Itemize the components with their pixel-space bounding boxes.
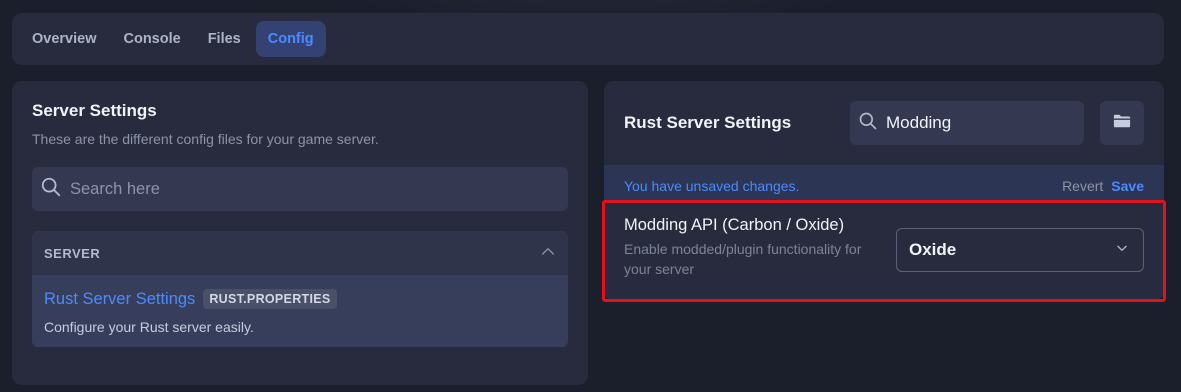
tab-files[interactable]: Files	[196, 21, 253, 57]
search-icon	[40, 176, 62, 203]
select-value: Oxide	[909, 240, 957, 259]
panel-subtitle: These are the different config files for…	[32, 131, 379, 147]
chevron-down-icon	[1115, 241, 1129, 260]
modding-api-select[interactable]: Oxide	[896, 228, 1144, 272]
server-settings-panel: Server Settings These are the different …	[12, 81, 588, 385]
chevron-up-icon[interactable]	[540, 244, 556, 263]
tab-config[interactable]: Config	[255, 21, 326, 57]
settings-header: Rust Server Settings	[604, 81, 1164, 165]
config-file-title[interactable]: Rust Server Settings	[44, 290, 195, 309]
tab-bar: Overview Console Files Config	[12, 13, 1164, 65]
panel-title: Server Settings	[32, 101, 157, 120]
server-section: SERVER Rust Server Settings RUST.PROPERT…	[32, 231, 568, 347]
file-name-badge: RUST.PROPERTIES	[203, 289, 337, 309]
setting-label: Modding API (Carbon / Oxide)	[624, 216, 845, 234]
config-file-description: Configure your Rust server easily.	[44, 319, 254, 335]
config-search-box	[32, 167, 568, 211]
save-button[interactable]: Save	[1111, 178, 1144, 194]
section-header[interactable]: SERVER	[32, 231, 568, 275]
setting-description: Enable modded/plugin functionality for y…	[624, 241, 862, 277]
settings-search-box	[850, 101, 1084, 145]
unsaved-message: You have unsaved changes.	[624, 178, 800, 194]
tab-console[interactable]: Console	[112, 21, 193, 57]
folder-button[interactable]	[1100, 101, 1144, 145]
modding-api-setting: Modding API (Carbon / Oxide) Enable modd…	[604, 200, 1164, 300]
tab-overview[interactable]: Overview	[20, 21, 109, 57]
search-input[interactable]	[70, 179, 550, 199]
folder-icon	[1113, 113, 1131, 134]
search-icon	[858, 111, 878, 136]
unsaved-changes-bar: You have unsaved changes. Revert Save	[604, 165, 1164, 201]
rust-settings-panel: Rust Server Settings Yo	[604, 81, 1164, 301]
section-header-label: SERVER	[44, 245, 101, 261]
revert-button[interactable]: Revert	[1062, 178, 1103, 194]
settings-search-input[interactable]	[886, 113, 1076, 133]
config-file-item[interactable]: Rust Server Settings RUST.PROPERTIES Con…	[32, 275, 568, 347]
settings-title: Rust Server Settings	[624, 113, 792, 132]
